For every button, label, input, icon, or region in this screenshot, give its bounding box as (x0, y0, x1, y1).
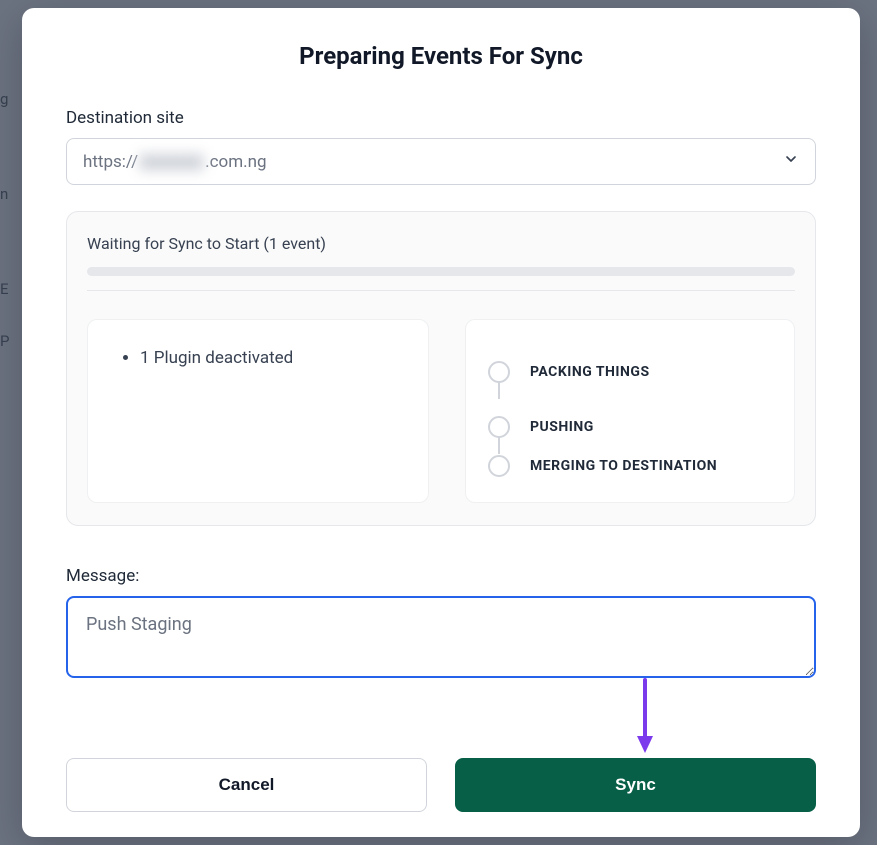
sync-modal: Preparing Events For Sync Destination si… (22, 8, 860, 837)
step-circle-icon (488, 361, 510, 383)
step-circle-icon (488, 455, 510, 477)
step-label: PACKING THINGS (530, 364, 650, 380)
event-item: 1 Plugin deactivated (140, 348, 406, 368)
message-section: Message: (66, 566, 816, 682)
step-circle-icon (488, 416, 510, 438)
message-label: Message: (66, 566, 816, 586)
cancel-button[interactable]: Cancel (66, 758, 427, 812)
status-card: Waiting for Sync to Start (1 event) 1 Pl… (66, 211, 816, 526)
step-packing: PACKING THINGS (488, 344, 772, 399)
modal-title: Preparing Events For Sync (66, 42, 816, 70)
message-input[interactable] (66, 596, 816, 678)
step-label: MERGING TO DESTINATION (530, 458, 717, 474)
events-panel: 1 Plugin deactivated (87, 319, 429, 503)
sync-button[interactable]: Sync (455, 758, 816, 812)
destination-value: https://xxxxxxx.com.ng (83, 152, 267, 172)
step-merging: MERGING TO DESTINATION (488, 454, 772, 478)
step-label: PUSHING (530, 419, 594, 435)
destination-label: Destination site (66, 108, 816, 128)
button-row: Cancel Sync (66, 758, 816, 812)
destination-dropdown[interactable]: https://xxxxxxx.com.ng (66, 138, 816, 185)
status-title: Waiting for Sync to Start (1 event) (87, 234, 795, 253)
steps-panel: PACKING THINGS PUSHING MERGING TO DESTIN… (465, 319, 795, 503)
chevron-down-icon (783, 151, 799, 172)
destination-section: Destination site https://xxxxxxx.com.ng (66, 108, 816, 185)
progress-bar (87, 267, 795, 276)
step-pushing: PUSHING (488, 399, 772, 454)
divider (87, 290, 795, 291)
